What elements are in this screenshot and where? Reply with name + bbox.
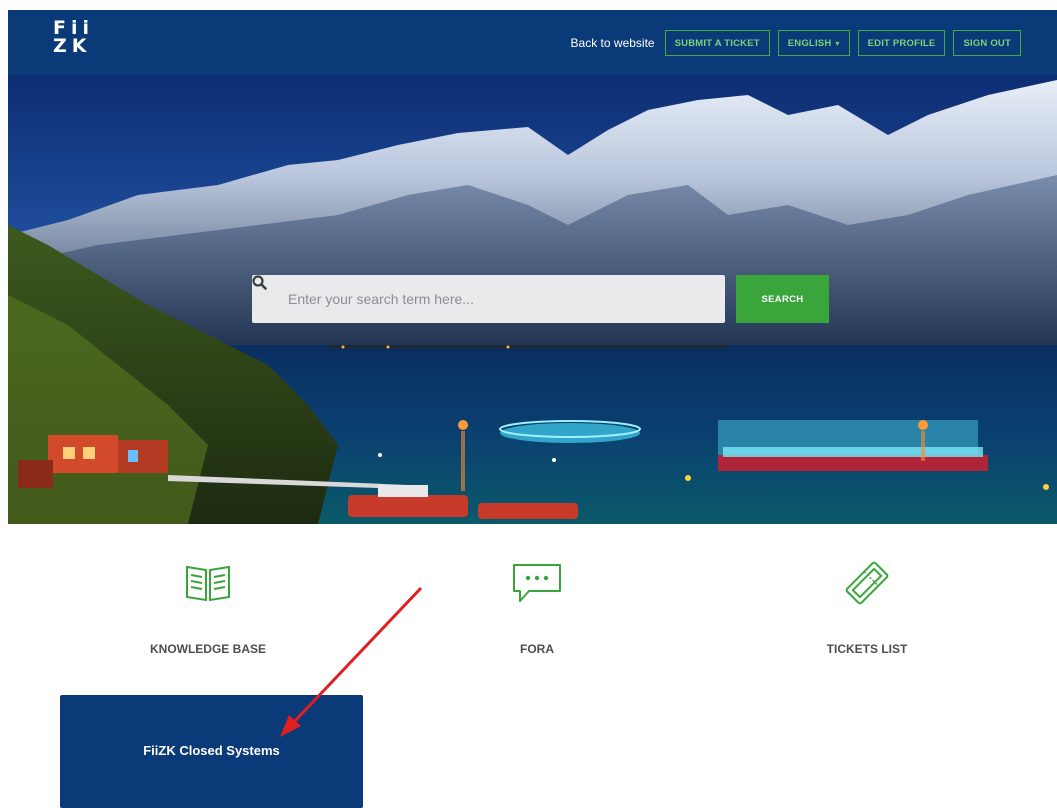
fiizk-logo[interactable]: Fii ZK (53, 19, 94, 57)
search-input[interactable] (288, 291, 708, 307)
category-knowledge-base[interactable]: KNOWLEDGE BASE (58, 554, 358, 656)
sign-out-label: SIGN OUT (963, 37, 1011, 49)
search-button[interactable]: SEARCH (736, 275, 829, 323)
page: Fii ZK Back to website SUBMIT A TICKET E… (8, 10, 1057, 808)
category-label: KNOWLEDGE BASE (149, 642, 266, 656)
hero-banner: SEARCH (8, 75, 1057, 524)
submit-ticket-button[interactable]: SUBMIT A TICKET (664, 30, 770, 56)
category-label: TICKETS LIST (826, 642, 908, 656)
caret-down-icon: ▾ (835, 38, 840, 48)
top-navigation: Back to website SUBMIT A TICKET ENGLISH … (571, 30, 1021, 56)
search-box[interactable] (252, 275, 725, 323)
category-label: FORA (520, 642, 554, 656)
category-fora[interactable]: FORA (387, 554, 687, 656)
back-to-website-link[interactable]: Back to website (571, 36, 655, 50)
chat-bubble-icon (387, 554, 687, 612)
logo-line-2: ZK (53, 35, 92, 57)
edit-profile-label: EDIT PROFILE (867, 37, 936, 49)
book-icon (58, 554, 358, 612)
category-tickets-list[interactable]: TICKETS LIST (717, 554, 1017, 656)
fiizk-closed-systems-card[interactable]: FiiZK Closed Systems (60, 695, 363, 808)
language-label: ENGLISH (787, 37, 832, 49)
card-title: FiiZK Closed Systems (143, 743, 280, 758)
language-dropdown[interactable]: ENGLISH ▾ (777, 30, 850, 56)
sign-out-button[interactable]: SIGN OUT (953, 30, 1021, 56)
edit-profile-button[interactable]: EDIT PROFILE (857, 30, 946, 56)
top-header: Fii ZK Back to website SUBMIT A TICKET E… (8, 10, 1057, 75)
ticket-icon (717, 554, 1017, 612)
submit-ticket-label: SUBMIT A TICKET (674, 37, 760, 49)
